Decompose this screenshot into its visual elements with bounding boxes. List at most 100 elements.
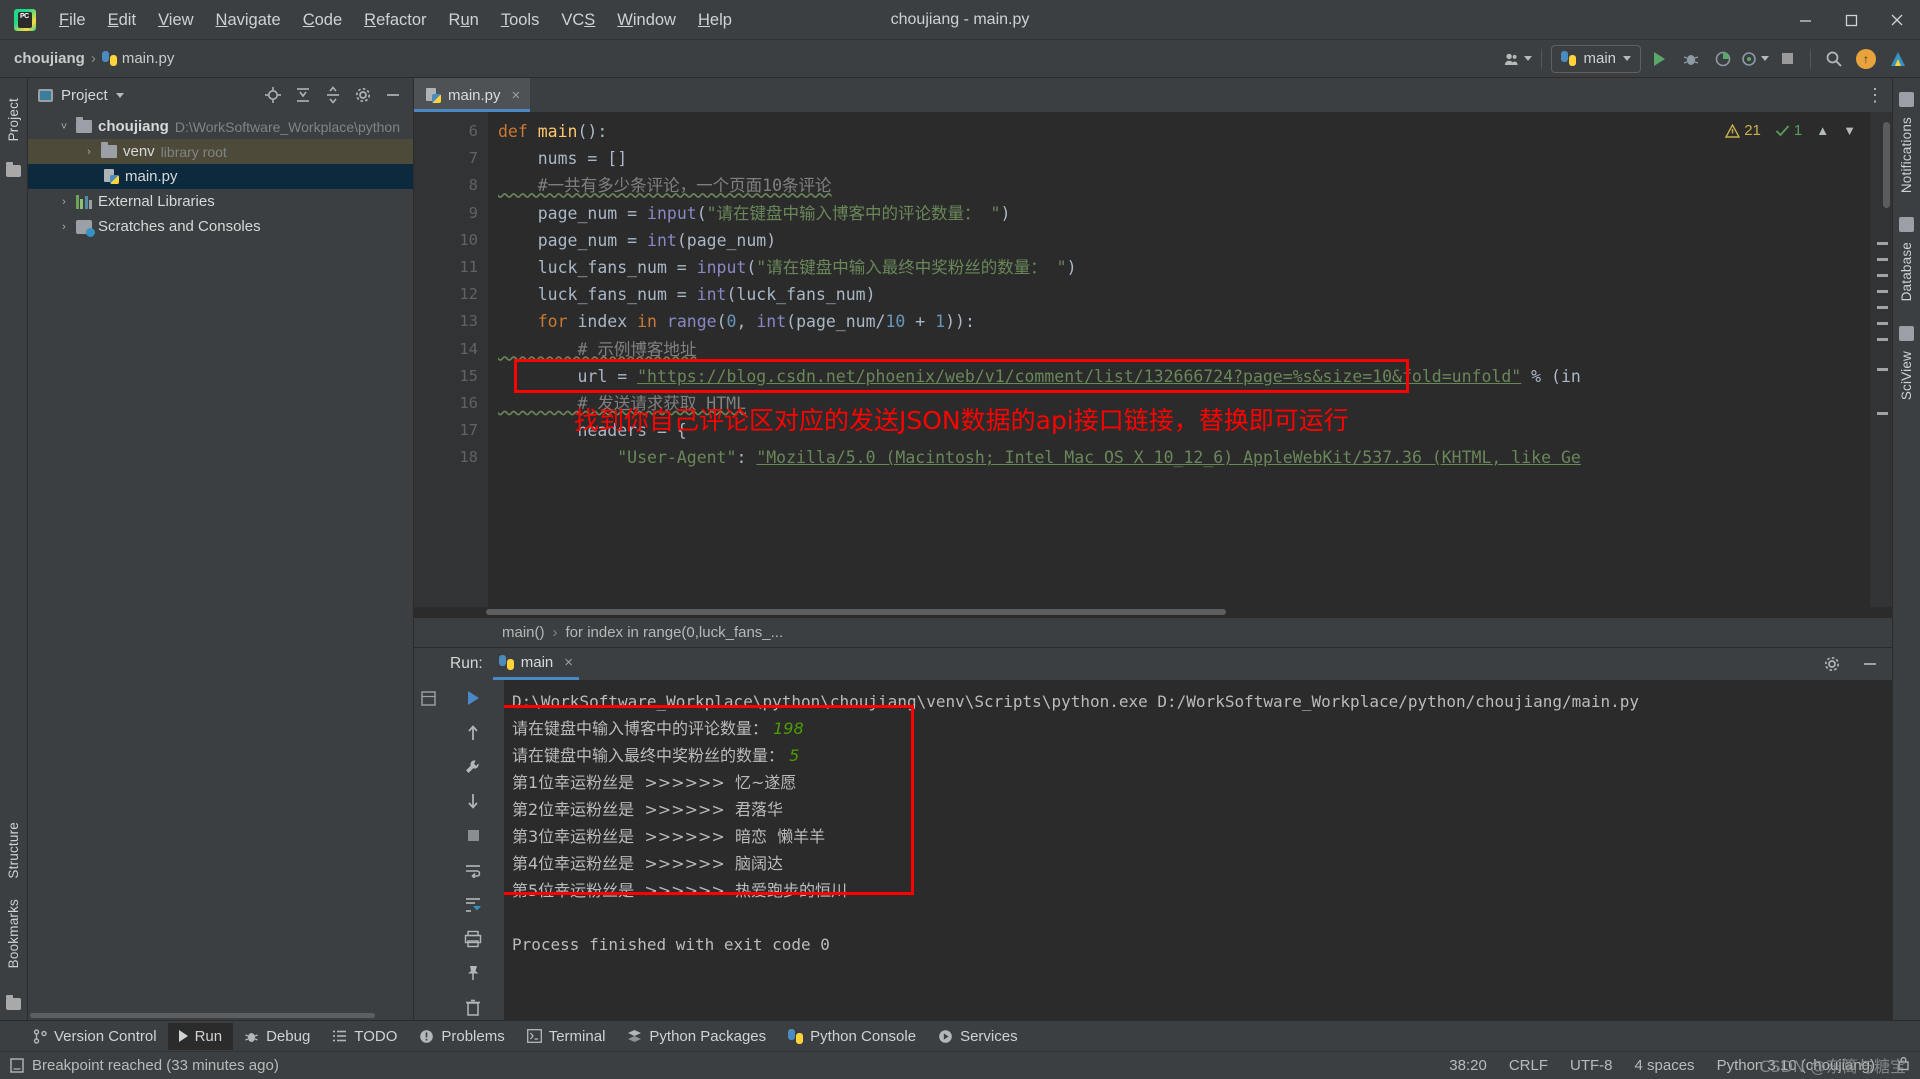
menu-window[interactable]: Window — [606, 5, 687, 35]
tool-button-services[interactable]: Services — [927, 1023, 1029, 1050]
run-button[interactable] — [1645, 45, 1673, 73]
ok-count[interactable]: 1 — [1775, 122, 1802, 139]
stop-button[interactable] — [1773, 45, 1801, 73]
menu-view[interactable]: View — [147, 5, 204, 35]
code-text[interactable]: def main(): nums = [] #一共有多少条评论，一个页面10条评… — [488, 112, 1870, 607]
hide-panel-icon[interactable] — [1856, 650, 1884, 678]
profile-button[interactable] — [1741, 45, 1769, 73]
bookmark-icon[interactable] — [6, 995, 21, 1010]
tool-button-run[interactable]: Run — [167, 1022, 234, 1050]
inspection-widget[interactable]: 21 1 ▲ ▼ — [1725, 122, 1856, 139]
step-up-icon[interactable] — [459, 720, 487, 744]
chevron-down-icon[interactable]: ▼ — [1843, 123, 1856, 138]
chevron-right-icon[interactable]: › — [83, 146, 95, 158]
sidebar-tab-database[interactable]: Database — [1895, 232, 1918, 311]
tree-node-main-py[interactable]: main.py — [28, 164, 413, 189]
folder-icon[interactable] — [6, 162, 21, 178]
tool-button-todo[interactable]: TODO — [321, 1023, 408, 1050]
notifications-bell-icon[interactable] — [1899, 92, 1914, 107]
status-message-area[interactable]: Breakpoint reached (33 minutes ago) — [10, 1057, 279, 1074]
collapse-all-icon[interactable] — [319, 81, 347, 109]
menu-navigate[interactable]: Navigate — [205, 5, 292, 35]
clear-all-icon[interactable] — [459, 996, 487, 1020]
code-editor[interactable]: 6 7 8 9 10 11 12 13 14 15 16 17 18 def m… — [414, 112, 1892, 607]
tool-button-terminal[interactable]: Terminal — [516, 1023, 617, 1050]
breadcrumb-file[interactable]: main.py — [101, 50, 174, 67]
debug-button[interactable] — [1677, 45, 1705, 73]
menu-help[interactable]: Help — [687, 5, 743, 35]
menu-edit[interactable]: Edit — [97, 5, 147, 35]
run-configuration-selector[interactable]: main — [1551, 44, 1641, 73]
sciview-icon[interactable] — [1899, 325, 1914, 341]
locate-icon[interactable] — [259, 81, 287, 109]
chevron-up-icon[interactable]: ▲ — [1816, 123, 1829, 138]
pin-icon[interactable] — [459, 961, 487, 985]
menu-tools[interactable]: Tools — [490, 5, 551, 35]
chevron-right-icon[interactable]: › — [58, 221, 70, 233]
soft-wrap-icon[interactable] — [459, 858, 487, 882]
menu-refactor[interactable]: Refactor — [353, 5, 437, 35]
menu-vcs[interactable]: VCS — [550, 5, 606, 35]
breadcrumb-for-loop[interactable]: for index in range(0,luck_fans_... — [566, 624, 784, 641]
project-panel-scrollbar[interactable] — [28, 1011, 413, 1020]
file-encoding[interactable]: UTF-8 — [1570, 1057, 1613, 1074]
expand-all-icon[interactable] — [289, 81, 317, 109]
close-icon[interactable] — [1874, 0, 1920, 40]
stop-icon[interactable] — [459, 824, 487, 848]
caret-position[interactable]: 38:20 — [1449, 1057, 1487, 1074]
tool-button-python-packages[interactable]: Python Packages — [616, 1023, 777, 1050]
rerun-icon[interactable] — [459, 686, 487, 710]
scroll-to-end-icon[interactable] — [459, 892, 487, 916]
tool-button-debug[interactable]: Debug — [233, 1023, 321, 1050]
editor-scrollbar[interactable] — [1870, 112, 1892, 607]
editor-gutter[interactable]: 6 7 8 9 10 11 12 13 14 15 16 17 18 — [414, 112, 488, 607]
sidebar-tab-notifications[interactable]: Notifications — [1895, 107, 1918, 203]
breadcrumb-main[interactable]: main() — [502, 624, 545, 641]
close-icon[interactable]: × — [512, 87, 521, 104]
chevron-down-icon[interactable] — [115, 92, 124, 98]
maximize-icon[interactable] — [1828, 0, 1874, 40]
run-tab-main[interactable]: main × — [492, 648, 580, 680]
structure-panel-icon[interactable] — [414, 684, 442, 712]
indent-setting[interactable]: 4 spaces — [1635, 1057, 1695, 1074]
console-output[interactable]: D:\WorkSoftware_Workplace\python\choujia… — [504, 680, 1892, 1020]
step-down-icon[interactable] — [459, 789, 487, 813]
editor-tab-main-py[interactable]: main.py × — [414, 78, 531, 112]
tool-button-problems[interactable]: Problems — [408, 1023, 515, 1050]
sidebar-tab-bookmarks[interactable]: Bookmarks — [2, 889, 25, 978]
wrench-icon[interactable] — [459, 755, 487, 779]
search-icon[interactable] — [1820, 45, 1848, 73]
breadcrumb-project[interactable]: choujiang — [14, 50, 85, 67]
minimize-icon[interactable] — [1782, 0, 1828, 40]
close-icon[interactable]: × — [564, 654, 573, 671]
print-icon[interactable] — [459, 927, 487, 951]
lock-icon[interactable] — [1897, 1056, 1910, 1075]
python-interpreter[interactable]: Python 3.10 (choujiang) — [1717, 1057, 1875, 1074]
tool-button-python-console[interactable]: Python Console — [777, 1023, 927, 1050]
tool-button-version-control[interactable]: Version Control — [22, 1023, 168, 1050]
update-icon[interactable]: ↑ — [1852, 45, 1880, 73]
tree-node-scratches[interactable]: › Scratches and Consoles — [28, 214, 413, 239]
editor-horizontal-scrollbar[interactable] — [414, 607, 1892, 617]
menu-code[interactable]: Code — [292, 5, 353, 35]
scrollbar-thumb[interactable] — [1883, 122, 1890, 208]
settings-icon[interactable] — [1818, 650, 1846, 678]
sidebar-tab-structure[interactable]: Structure — [2, 812, 25, 889]
line-separator[interactable]: CRLF — [1509, 1057, 1548, 1074]
coverage-button[interactable] — [1709, 45, 1737, 73]
hide-panel-icon[interactable] — [379, 81, 407, 109]
sidebar-tab-project[interactable]: Project — [2, 88, 25, 151]
plugin-icon[interactable] — [1884, 45, 1912, 73]
tree-node-venv[interactable]: › venv library root — [28, 139, 413, 164]
user-avatar-icon[interactable] — [1504, 45, 1533, 73]
chevron-down-icon[interactable]: ˅ — [58, 121, 70, 133]
warning-count[interactable]: 21 — [1725, 122, 1761, 139]
database-icon[interactable] — [1899, 217, 1914, 233]
chevron-right-icon[interactable]: › — [58, 196, 70, 208]
menu-file[interactable]: FFileile — [48, 5, 97, 35]
sidebar-tab-sciview[interactable]: SciView — [1895, 341, 1918, 410]
menu-run[interactable]: Run — [438, 5, 490, 35]
more-options-icon[interactable]: ⋮ — [1866, 86, 1884, 104]
settings-icon[interactable] — [349, 81, 377, 109]
tree-node-choujiang[interactable]: ˅ choujiang D:\WorkSoftware_Workplace\py… — [28, 114, 413, 139]
